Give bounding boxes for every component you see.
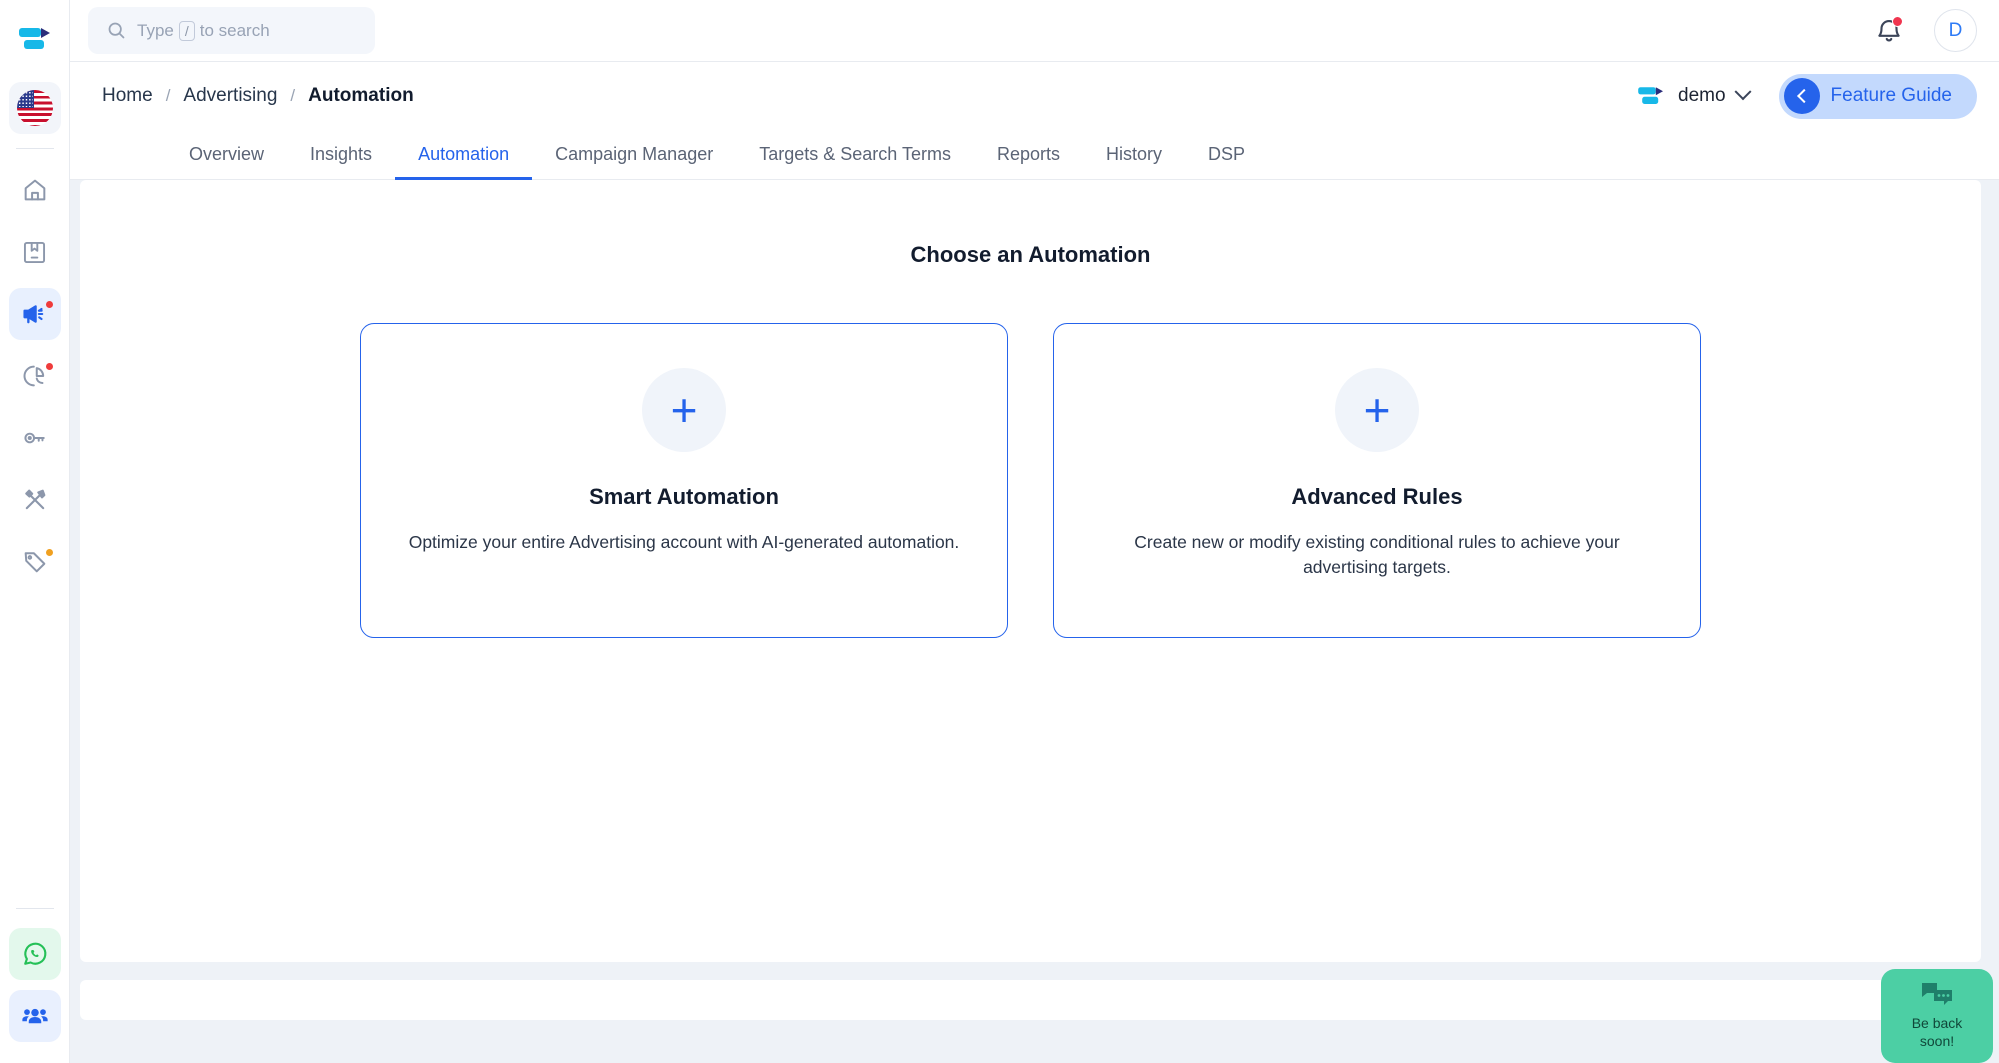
sidebar-item-tags[interactable]	[9, 536, 61, 588]
feature-guide-button[interactable]: Feature Guide	[1779, 74, 1977, 119]
tab-campaign-manager[interactable]: Campaign Manager	[532, 130, 736, 179]
account-name: demo	[1678, 85, 1726, 107]
content-area: Choose an Automation + Smart Automation …	[70, 180, 1999, 1063]
whatsapp-icon	[20, 939, 50, 969]
plus-icon: +	[671, 388, 698, 432]
search-placeholder-suffix: to search	[200, 21, 270, 41]
avatar-initial: D	[1949, 20, 1963, 42]
brand-logo[interactable]	[0, 0, 69, 78]
avatar[interactable]: D	[1934, 9, 1977, 52]
breadcrumb-separator: /	[166, 86, 171, 106]
sidebar-divider-bottom	[16, 908, 54, 909]
feature-guide-label: Feature Guide	[1831, 85, 1952, 107]
tab-dsp[interactable]: DSP	[1185, 130, 1268, 179]
notification-badge	[1892, 16, 1903, 27]
tools-icon	[21, 486, 49, 514]
tab-overview[interactable]: Overview	[166, 130, 287, 179]
search-icon	[106, 20, 127, 41]
sidebar-item-whatsapp[interactable]	[9, 928, 61, 980]
package-icon	[21, 239, 48, 266]
sidebar-badge-analytics	[46, 363, 53, 370]
us-flag-icon	[17, 90, 53, 126]
chat-widget-line1: Be back	[1912, 1015, 1963, 1033]
home-icon	[21, 176, 49, 204]
breadcrumb-item-automation: Automation	[308, 85, 414, 107]
card-smart-automation[interactable]: + Smart Automation Optimize your entire …	[360, 323, 1008, 638]
tab-history[interactable]: History	[1083, 130, 1185, 179]
tab-insights[interactable]: Insights	[287, 130, 395, 179]
search-placeholder-prefix: Type	[137, 21, 174, 41]
card-description-smart-automation: Optimize your entire Advertising account…	[409, 530, 960, 555]
chevron-left-icon	[1797, 89, 1811, 103]
sidebar-item-analytics[interactable]	[9, 350, 61, 402]
sidebar-item-advertising[interactable]	[9, 288, 61, 340]
secondary-panel	[80, 980, 1981, 1020]
brand-logo-icon	[19, 28, 51, 50]
app-root: Type / to search D Home /	[0, 0, 1999, 1063]
pie-chart-icon	[21, 362, 49, 390]
tab-automation[interactable]: Automation	[395, 130, 532, 179]
breadcrumb-bar: Home / Advertising / Automation demo	[70, 62, 1999, 130]
breadcrumb-item-home[interactable]: Home	[102, 85, 153, 107]
left-sidebar	[0, 0, 70, 1063]
automation-card-list: + Smart Automation Optimize your entire …	[80, 323, 1981, 638]
tab-targets-search-terms[interactable]: Targets & Search Terms	[736, 130, 974, 179]
sidebar-item-package[interactable]	[9, 226, 61, 278]
search-input[interactable]: Type / to search	[88, 7, 375, 54]
main-area: Type / to search D Home /	[70, 0, 1999, 1063]
card-description-advanced-rules: Create new or modify existing conditiona…	[1097, 530, 1657, 581]
tag-icon	[21, 548, 49, 576]
chevron-down-icon	[1734, 83, 1751, 100]
feature-guide-badge	[1784, 78, 1820, 114]
card-advanced-rules[interactable]: + Advanced Rules Create new or modify ex…	[1053, 323, 1701, 638]
account-logo-icon	[1638, 87, 1664, 105]
search-slash-key: /	[179, 21, 195, 41]
sidebar-badge-advertising	[46, 301, 53, 308]
search-placeholder: Type / to search	[137, 21, 270, 41]
sidebar-divider-top	[16, 148, 54, 149]
plus-icon-wrapper: +	[642, 368, 726, 452]
chat-widget[interactable]: Be back soon!	[1881, 969, 1993, 1063]
key-icon	[21, 424, 49, 452]
plus-icon-wrapper: +	[1335, 368, 1419, 452]
card-title-advanced-rules: Advanced Rules	[1291, 484, 1462, 510]
sidebar-badge-tags	[46, 549, 53, 556]
automation-panel: Choose an Automation + Smart Automation …	[80, 180, 1981, 962]
breadcrumb-separator: /	[290, 86, 295, 106]
card-title-smart-automation: Smart Automation	[589, 484, 779, 510]
breadcrumb: Home / Advertising / Automation	[102, 85, 414, 107]
sidebar-item-keywords[interactable]	[9, 412, 61, 464]
sidebar-item-tools[interactable]	[9, 474, 61, 526]
megaphone-icon	[21, 300, 49, 328]
users-icon	[20, 1001, 50, 1031]
sidebar-item-country-flag[interactable]	[9, 82, 61, 134]
page-title: Choose an Automation	[80, 180, 1981, 268]
tab-reports[interactable]: Reports	[974, 130, 1083, 179]
account-selector[interactable]: demo	[1635, 85, 1749, 107]
top-bar: Type / to search D	[70, 0, 1999, 62]
breadcrumb-item-advertising[interactable]: Advertising	[183, 85, 277, 107]
chat-bubbles-icon	[1920, 982, 1954, 1009]
sidebar-bottom-group	[0, 899, 70, 1047]
chat-widget-line2: soon!	[1912, 1033, 1963, 1051]
sidebar-item-home[interactable]	[9, 164, 61, 216]
sidebar-item-community[interactable]	[9, 990, 61, 1042]
plus-icon: +	[1364, 388, 1391, 432]
notifications-button[interactable]	[1872, 14, 1906, 48]
chat-widget-text: Be back soon!	[1912, 1015, 1963, 1050]
tab-bar: Overview Insights Automation Campaign Ma…	[70, 130, 1999, 180]
